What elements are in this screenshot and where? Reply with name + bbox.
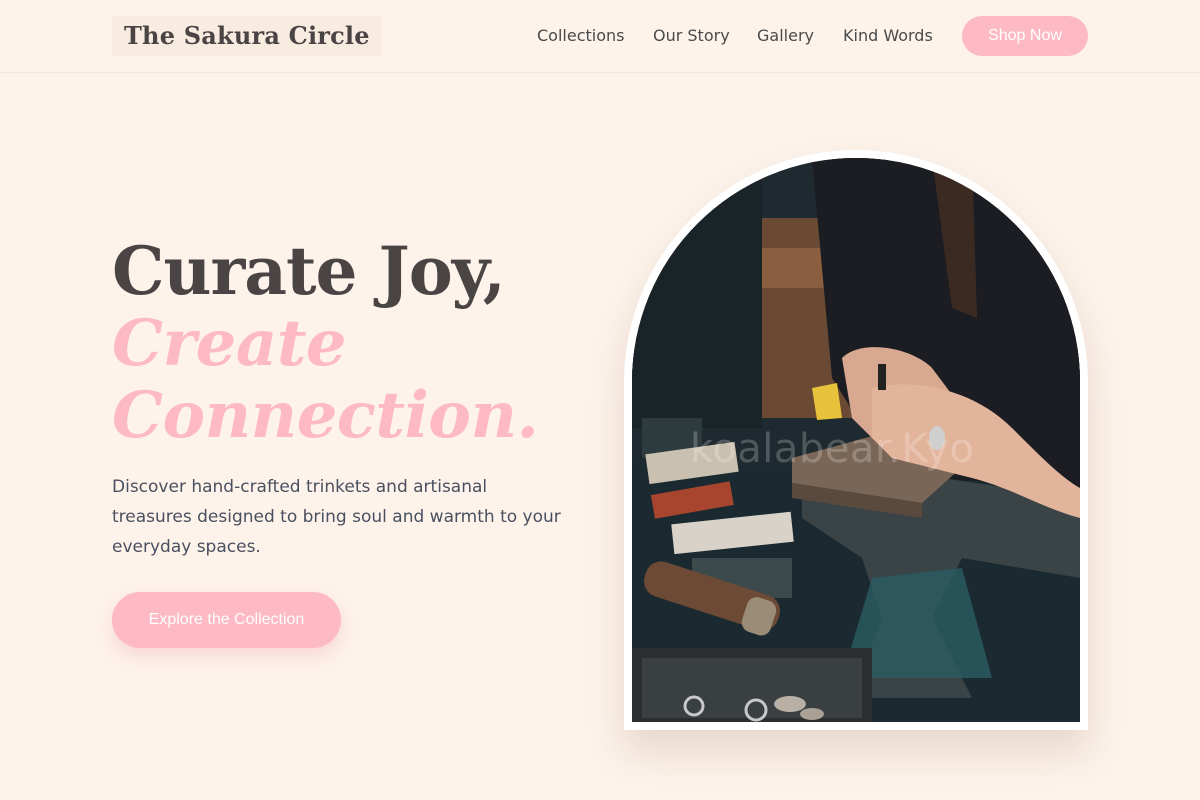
nav-collections[interactable]: Collections (537, 24, 624, 48)
site-header: The Sakura Circle Collections Our Story … (0, 0, 1200, 73)
nav-gallery[interactable]: Gallery (757, 24, 814, 48)
brand-logo[interactable]: The Sakura Circle (112, 16, 382, 56)
nav-kind-words[interactable]: Kind Words (843, 24, 933, 48)
headline-line-3: Connection. (112, 378, 539, 453)
nav-our-story[interactable]: Our Story (653, 24, 730, 48)
headline-line-1: Curate Joy, (112, 232, 506, 310)
shop-now-button[interactable]: Shop Now (962, 16, 1088, 56)
hero-headline: Curate Joy, Create Connection. (112, 234, 592, 452)
hero-image-frame: koalabear.Kyo (624, 150, 1088, 730)
image-watermark: koalabear.Kyo (690, 426, 975, 472)
explore-collection-button[interactable]: Explore the Collection (112, 592, 341, 648)
hero-description: Discover hand-crafted trinkets and artis… (112, 477, 561, 557)
headline-line-2: Create (112, 306, 347, 381)
hero-photo: koalabear.Kyo (632, 158, 1080, 722)
